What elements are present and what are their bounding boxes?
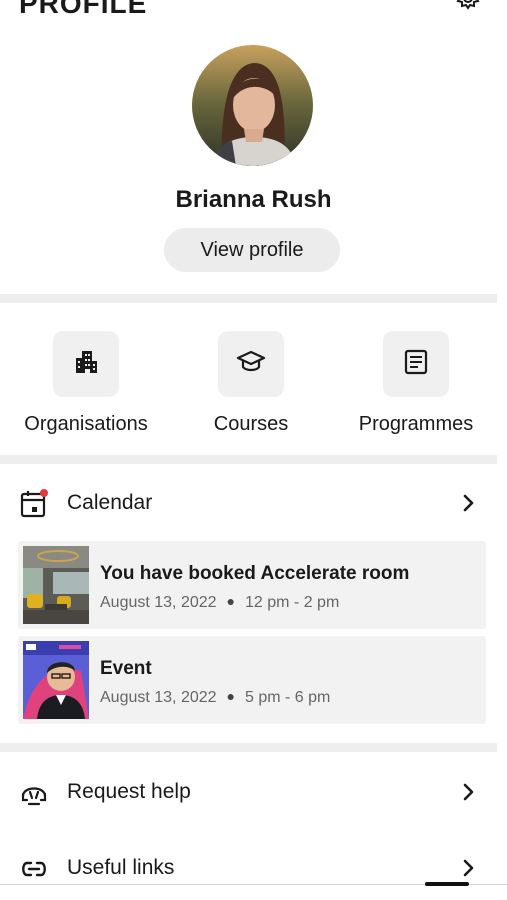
dot-separator: ● — [226, 593, 236, 609]
avatar[interactable] — [192, 45, 313, 166]
link-icon — [19, 854, 49, 884]
event-date: August 13, 2022 — [100, 689, 217, 706]
calendar-label: Calendar — [67, 491, 153, 514]
shortcut-organisations[interactable]: Organisations — [16, 331, 156, 441]
calendar-row[interactable]: Calendar — [0, 479, 497, 527]
shortcut-tile — [383, 331, 449, 397]
shortcut-label: Courses — [213, 413, 289, 435]
calendar-icon — [19, 489, 49, 519]
event-meta: August 13, 2022 ● 12 pm - 2 pm — [100, 593, 340, 612]
section-divider — [0, 743, 497, 752]
shortcut-courses[interactable]: Courses — [181, 331, 321, 441]
speaker-photo — [23, 641, 89, 719]
graduation-cap-icon — [236, 349, 266, 380]
event-card[interactable]: You have booked Accelerate room August 1… — [18, 541, 486, 629]
section-divider — [0, 294, 497, 303]
event-time: 12 pm - 2 pm — [245, 594, 340, 611]
event-date: August 13, 2022 — [100, 594, 217, 611]
room-photo — [23, 546, 89, 624]
section-divider — [0, 455, 497, 464]
gear-icon[interactable] — [454, 0, 482, 16]
view-profile-button[interactable]: View profile — [164, 228, 340, 272]
dot-separator: ● — [226, 688, 236, 704]
event-title: Event — [100, 658, 152, 679]
chevron-right-icon — [460, 493, 476, 513]
shortcut-programmes[interactable]: Programmes — [346, 331, 486, 441]
chevron-right-icon — [460, 782, 476, 802]
shortcut-label: Programmes — [358, 413, 474, 435]
useful-links-label: Useful links — [67, 856, 175, 879]
user-name: Brianna Rush — [175, 186, 332, 213]
shortcut-tile — [218, 331, 284, 397]
event-meta: August 13, 2022 ● 5 pm - 6 pm — [100, 688, 331, 707]
building-icon — [73, 349, 99, 380]
event-time: 5 pm - 6 pm — [245, 689, 331, 706]
request-help-row[interactable]: Request help — [0, 768, 497, 816]
page-title: PROFILE — [19, 0, 148, 19]
document-icon — [403, 349, 429, 380]
shortcut-label: Organisations — [24, 413, 148, 435]
chevron-right-icon — [460, 858, 476, 878]
event-card[interactable]: Event August 13, 2022 ● 5 pm - 6 pm — [18, 636, 486, 724]
request-help-label: Request help — [67, 780, 191, 803]
headset-icon — [19, 778, 49, 808]
event-title: You have booked Accelerate room — [100, 563, 410, 584]
shortcut-tile — [53, 331, 119, 397]
header: PROFILE — [0, 0, 507, 20]
home-indicator — [425, 882, 469, 886]
